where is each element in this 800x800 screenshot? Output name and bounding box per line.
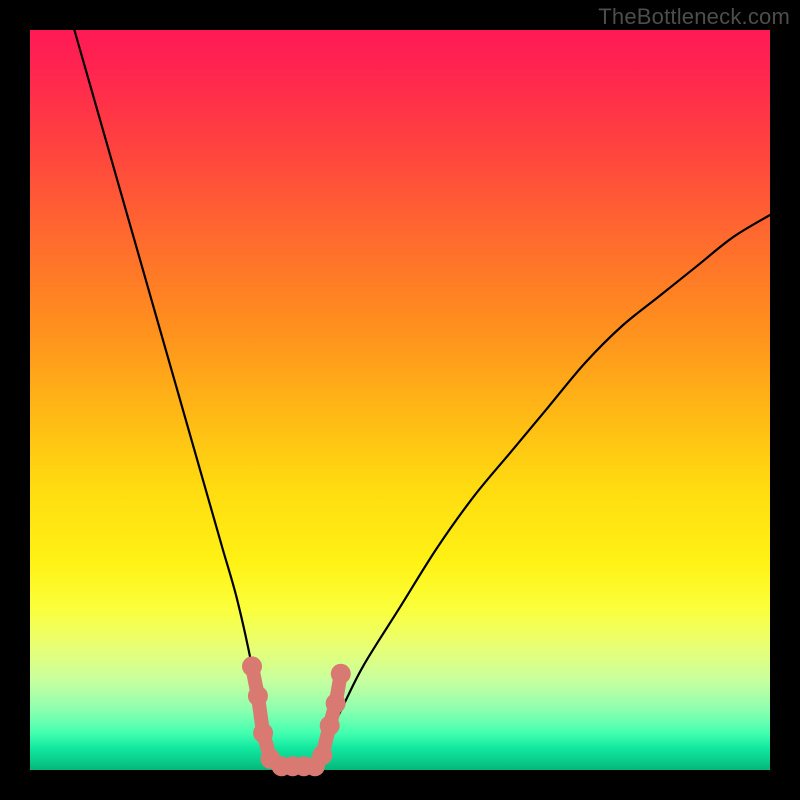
bottleneck-curve <box>74 30 770 772</box>
highlight-marker <box>253 723 273 743</box>
chart-svg <box>30 30 770 770</box>
highlight-marker <box>248 686 268 706</box>
watermark-text: TheBottleneck.com <box>598 4 790 30</box>
highlight-marker <box>320 716 340 736</box>
chart-frame: TheBottleneck.com <box>0 0 800 800</box>
highlight-marker <box>331 664 351 684</box>
highlight-marker <box>326 693 346 713</box>
highlight-marker <box>242 656 262 676</box>
highlight-marker <box>312 745 332 765</box>
